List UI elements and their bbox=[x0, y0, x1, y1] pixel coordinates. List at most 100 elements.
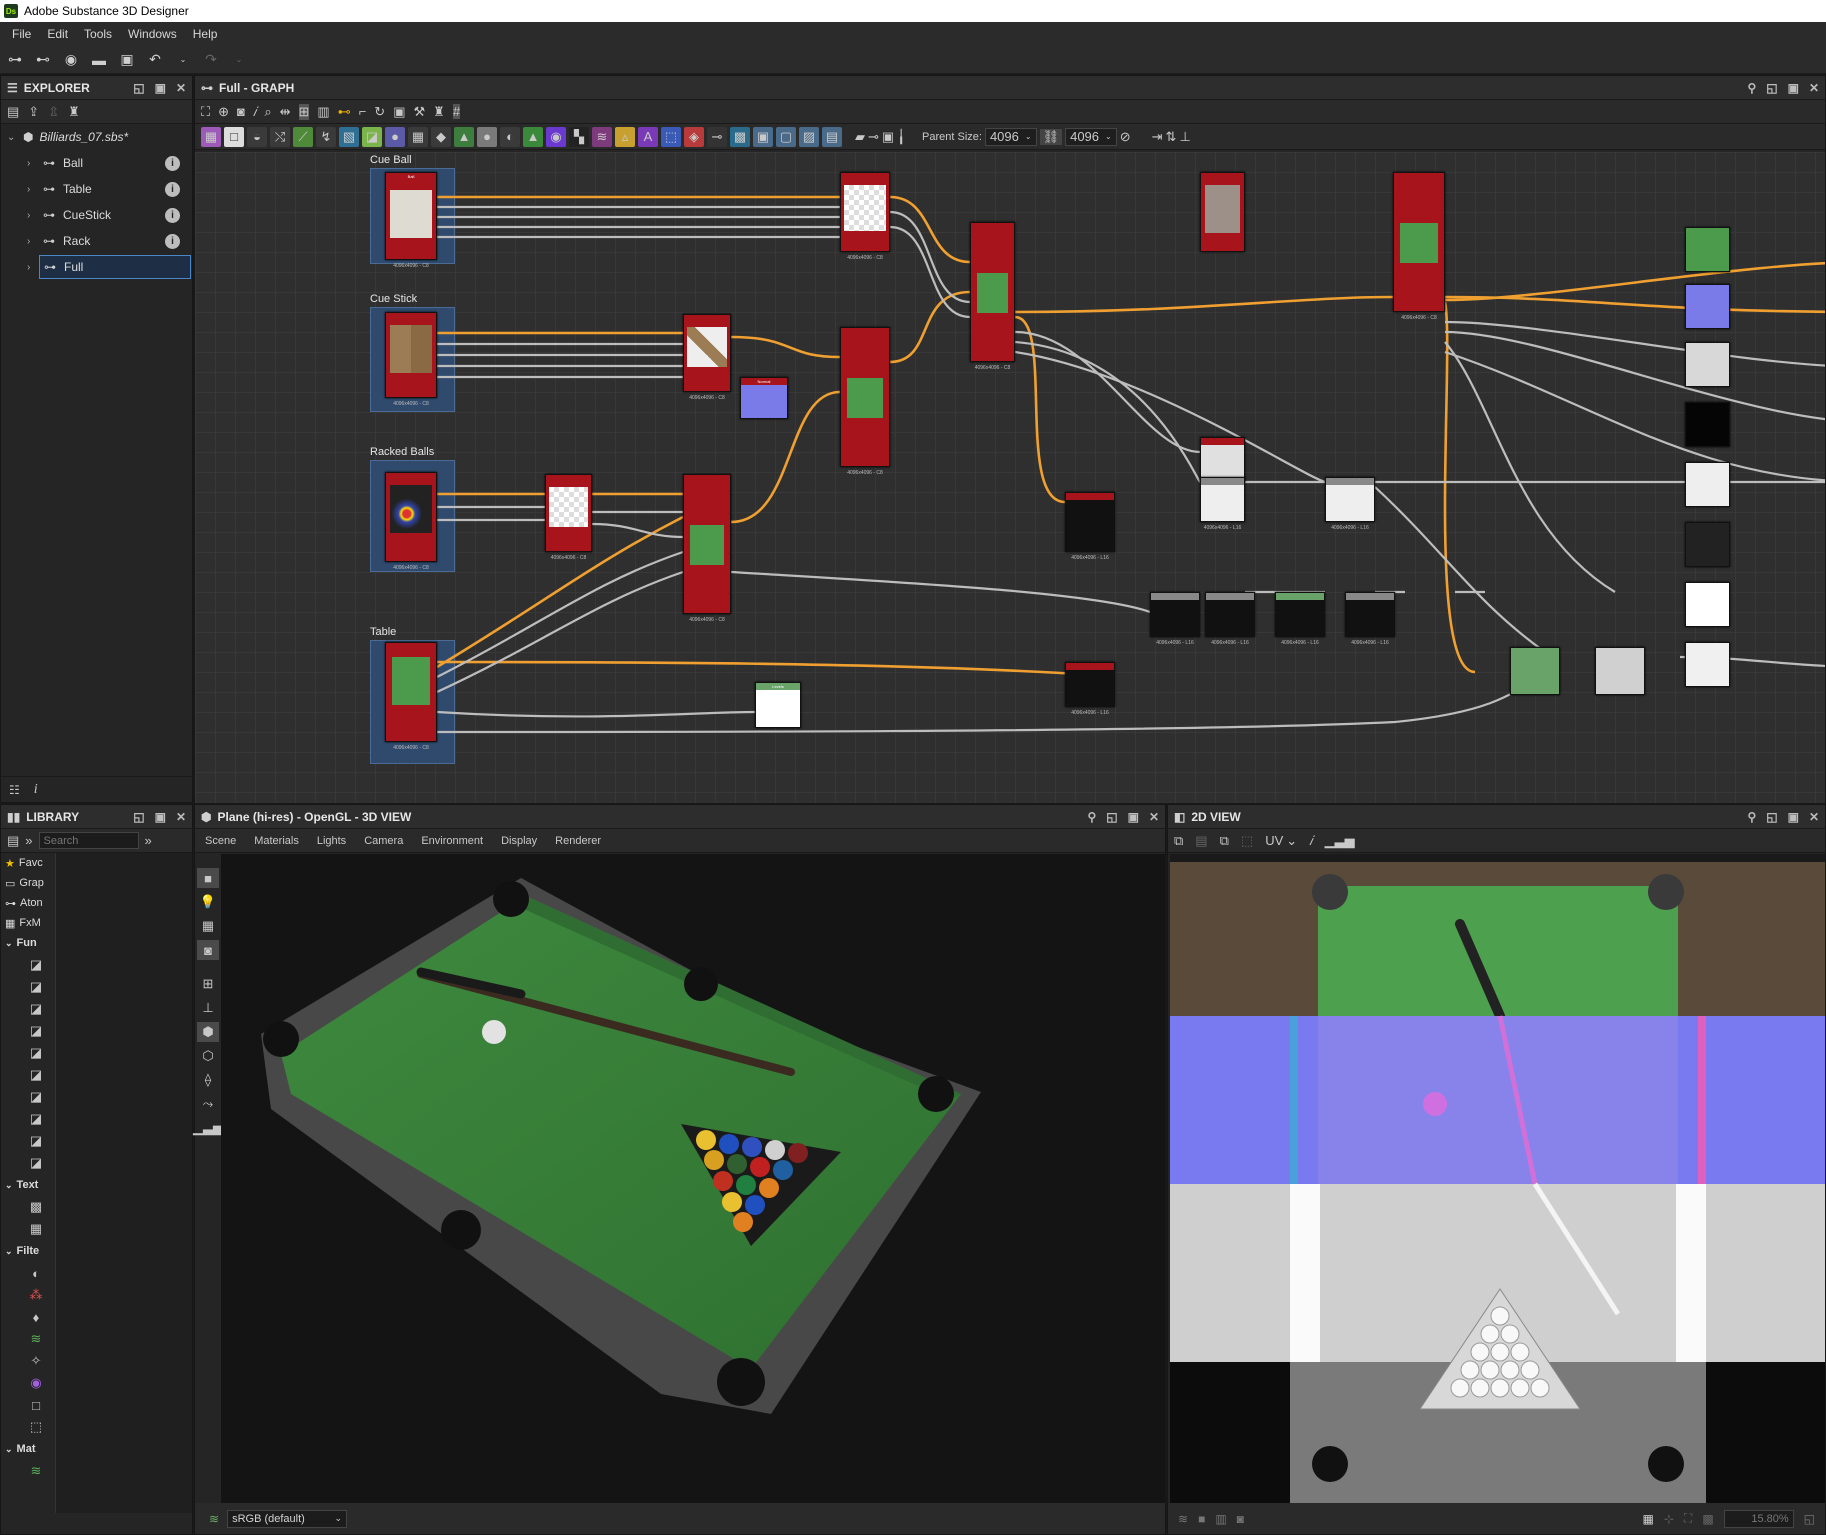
channel-icon[interactable]: ■ bbox=[1198, 1512, 1205, 1526]
node-blend-dark-3[interactable]: 4096x4096 - L16 bbox=[1345, 592, 1395, 646]
close-icon[interactable]: ✕ bbox=[176, 81, 186, 95]
node-rack[interactable]: 4096x4096 - C8 bbox=[385, 472, 437, 571]
channels-icon[interactable]: ● bbox=[477, 126, 497, 147]
node-levels-dark[interactable]: 4096x4096 - L16 bbox=[1275, 592, 1325, 646]
node-levels-green[interactable] bbox=[1510, 647, 1560, 695]
function-icon[interactable]: ◪ bbox=[25, 977, 47, 997]
levels-icon[interactable]: ▲ bbox=[454, 126, 474, 147]
pixel-processor-icon[interactable]: ≋ bbox=[592, 126, 612, 147]
snap-icon[interactable]: ⊥ bbox=[1179, 129, 1190, 145]
dot-node-icon[interactable]: ╽ bbox=[897, 129, 905, 145]
function-icon[interactable]: ◪ bbox=[25, 1021, 47, 1041]
connection-icon[interactable]: ⊷ bbox=[338, 104, 351, 120]
frame-selected-icon[interactable]: ⊕ bbox=[218, 104, 229, 120]
pin-icon[interactable]: ⚲ bbox=[1747, 81, 1756, 95]
float-icon[interactable]: ◱ bbox=[1766, 810, 1777, 824]
library-search-input[interactable] bbox=[38, 832, 139, 849]
tree-item-cuestick[interactable]: › ⊶ CueStick i bbox=[1, 202, 192, 228]
menu-materials[interactable]: Materials bbox=[254, 835, 299, 847]
pixel-icon[interactable]: ⊹ bbox=[1664, 1512, 1674, 1526]
section-materials[interactable]: ⌄ Mat bbox=[1, 1439, 55, 1459]
function-icon[interactable]: ◪ bbox=[25, 1087, 47, 1107]
axis-icon[interactable]: ⊥ bbox=[197, 998, 219, 1018]
pattern-icon[interactable]: ▦ bbox=[25, 1219, 47, 1239]
maximize-icon[interactable]: ▣ bbox=[155, 81, 166, 95]
clean-icon[interactable]: ♜ bbox=[68, 104, 80, 120]
layers-icon[interactable]: ≋ bbox=[209, 1512, 219, 1526]
layout-icon[interactable]: ⊞ bbox=[298, 103, 310, 120]
package-row[interactable]: ⌄ ⬢ Billiards_07.sbs* bbox=[1, 124, 192, 150]
node-normal-color[interactable]: Normal bbox=[740, 377, 788, 419]
warp-icon[interactable]: ↯ bbox=[316, 126, 336, 147]
chevron-right-icon[interactable]: › bbox=[27, 236, 39, 247]
fxmap-icon[interactable]: ▚ bbox=[569, 126, 589, 147]
link-icon[interactable]: ⇹ bbox=[280, 104, 291, 120]
category-graph[interactable]: ▭ Grap bbox=[1, 873, 55, 893]
camera-icon[interactable]: ◙ bbox=[1237, 1512, 1244, 1526]
pin-icon[interactable]: ⚲ bbox=[1747, 810, 1756, 824]
tree-item-full[interactable]: › ⊶ Full bbox=[1, 254, 192, 280]
frame-all-icon[interactable]: ⛶ bbox=[201, 104, 210, 120]
section-functions[interactable]: ⌄ Fun bbox=[1, 933, 55, 953]
node-ambient-occlusion[interactable] bbox=[1200, 437, 1245, 482]
pin-icon[interactable]: ⚲ bbox=[1087, 810, 1096, 824]
fit-icon[interactable]: ⛶ bbox=[1684, 1511, 1692, 1526]
category-fxmap[interactable]: ▦ FxM bbox=[1, 913, 55, 933]
function-icon[interactable]: ◪ bbox=[25, 1109, 47, 1129]
view3d-viewport[interactable] bbox=[221, 854, 1165, 1505]
output-icon[interactable]: ▩ bbox=[730, 126, 750, 147]
frame-icon[interactable]: ▣ bbox=[393, 104, 405, 120]
float-icon[interactable]: ◱ bbox=[133, 81, 144, 95]
menu-scene[interactable]: Scene bbox=[205, 835, 236, 847]
hsl-icon[interactable]: ◐ bbox=[500, 126, 520, 147]
info-italic-icon[interactable]: i bbox=[34, 782, 38, 798]
tree-item-table[interactable]: › ⊶ Table i bbox=[1, 176, 192, 202]
save-icon[interactable]: ▤ bbox=[7, 104, 19, 120]
node-ball[interactable]: Ball 4096x4096 - C8 bbox=[385, 172, 437, 269]
category-atomic[interactable]: ⊶ Aton bbox=[1, 893, 55, 913]
library-settings-icon[interactable]: ▤ bbox=[7, 833, 19, 849]
selection-icon[interactable]: ⬚ bbox=[661, 126, 681, 147]
function-icon[interactable]: ◪ bbox=[25, 999, 47, 1019]
output-normal[interactable] bbox=[1685, 284, 1730, 329]
info-icon[interactable]: i bbox=[165, 155, 180, 171]
function-icon[interactable]: ◪ bbox=[25, 955, 47, 975]
tiles-icon[interactable]: ▥ bbox=[1215, 1512, 1226, 1526]
color-picker-icon[interactable]: ▩ bbox=[1702, 1512, 1713, 1526]
node-output-black-2[interactable]: 4096x4096 - L16 bbox=[1065, 662, 1115, 716]
new-graph-icon[interactable]: ⊶ bbox=[6, 51, 24, 69]
curve-icon[interactable]: ⟋ bbox=[293, 126, 313, 147]
adjustment-icon[interactable]: ◐ bbox=[25, 1263, 47, 1283]
link-size-icon[interactable]: ⛓ bbox=[1039, 128, 1063, 145]
new-function-icon[interactable]: ⊷ bbox=[34, 51, 52, 69]
tree-item-rack[interactable]: › ⊶ Rack i bbox=[1, 228, 192, 254]
menu-lights[interactable]: Lights bbox=[317, 835, 346, 847]
node-material-transform-2[interactable]: 4096x4096 - C8 bbox=[683, 314, 731, 401]
export-icon[interactable]: ⇪ bbox=[28, 104, 39, 120]
function-icon[interactable]: ◪ bbox=[25, 1043, 47, 1063]
paste-icon[interactable]: ⧉ bbox=[1220, 833, 1229, 849]
sphere-icon[interactable]: ● bbox=[385, 126, 405, 147]
light-icon[interactable]: 💡 bbox=[197, 892, 219, 912]
dissolve-icon[interactable]: ▢ bbox=[776, 126, 796, 147]
expand-arrow-icon[interactable]: ⌄ bbox=[7, 132, 19, 143]
height-select[interactable]: 4096 ⌄ bbox=[1065, 127, 1117, 146]
save-icon[interactable]: ▣ bbox=[118, 51, 136, 69]
section-textures[interactable]: ⌄ Text bbox=[1, 1175, 55, 1195]
output-roughness[interactable] bbox=[1685, 342, 1730, 387]
output-height[interactable] bbox=[1685, 522, 1730, 567]
noise-icon[interactable]: ▩ bbox=[25, 1197, 47, 1217]
stats-icon[interactable]: ▁▃▅ bbox=[193, 1118, 223, 1138]
cube-outline-icon[interactable]: ⬡ bbox=[197, 1046, 219, 1066]
graph-canvas[interactable]: Cue Ball Cue Stick Racked Balls Table Ba… bbox=[195, 152, 1825, 803]
node-levels-white[interactable]: Levels bbox=[755, 682, 801, 728]
tree-view-icon[interactable]: ☷ bbox=[9, 783, 20, 797]
uniform-color-icon[interactable]: □ bbox=[224, 126, 244, 147]
search-icon[interactable]: ⌕ bbox=[264, 104, 271, 120]
grid-snap-icon[interactable]: # bbox=[452, 104, 461, 119]
maximize-icon[interactable]: ▣ bbox=[1128, 810, 1139, 824]
node-table[interactable]: 4096x4096 - C8 bbox=[385, 642, 437, 751]
function-icon[interactable]: ◪ bbox=[25, 1131, 47, 1151]
screenshot-icon[interactable]: ◙ bbox=[197, 940, 219, 960]
grid-icon[interactable]: ▦ bbox=[1643, 1512, 1654, 1526]
